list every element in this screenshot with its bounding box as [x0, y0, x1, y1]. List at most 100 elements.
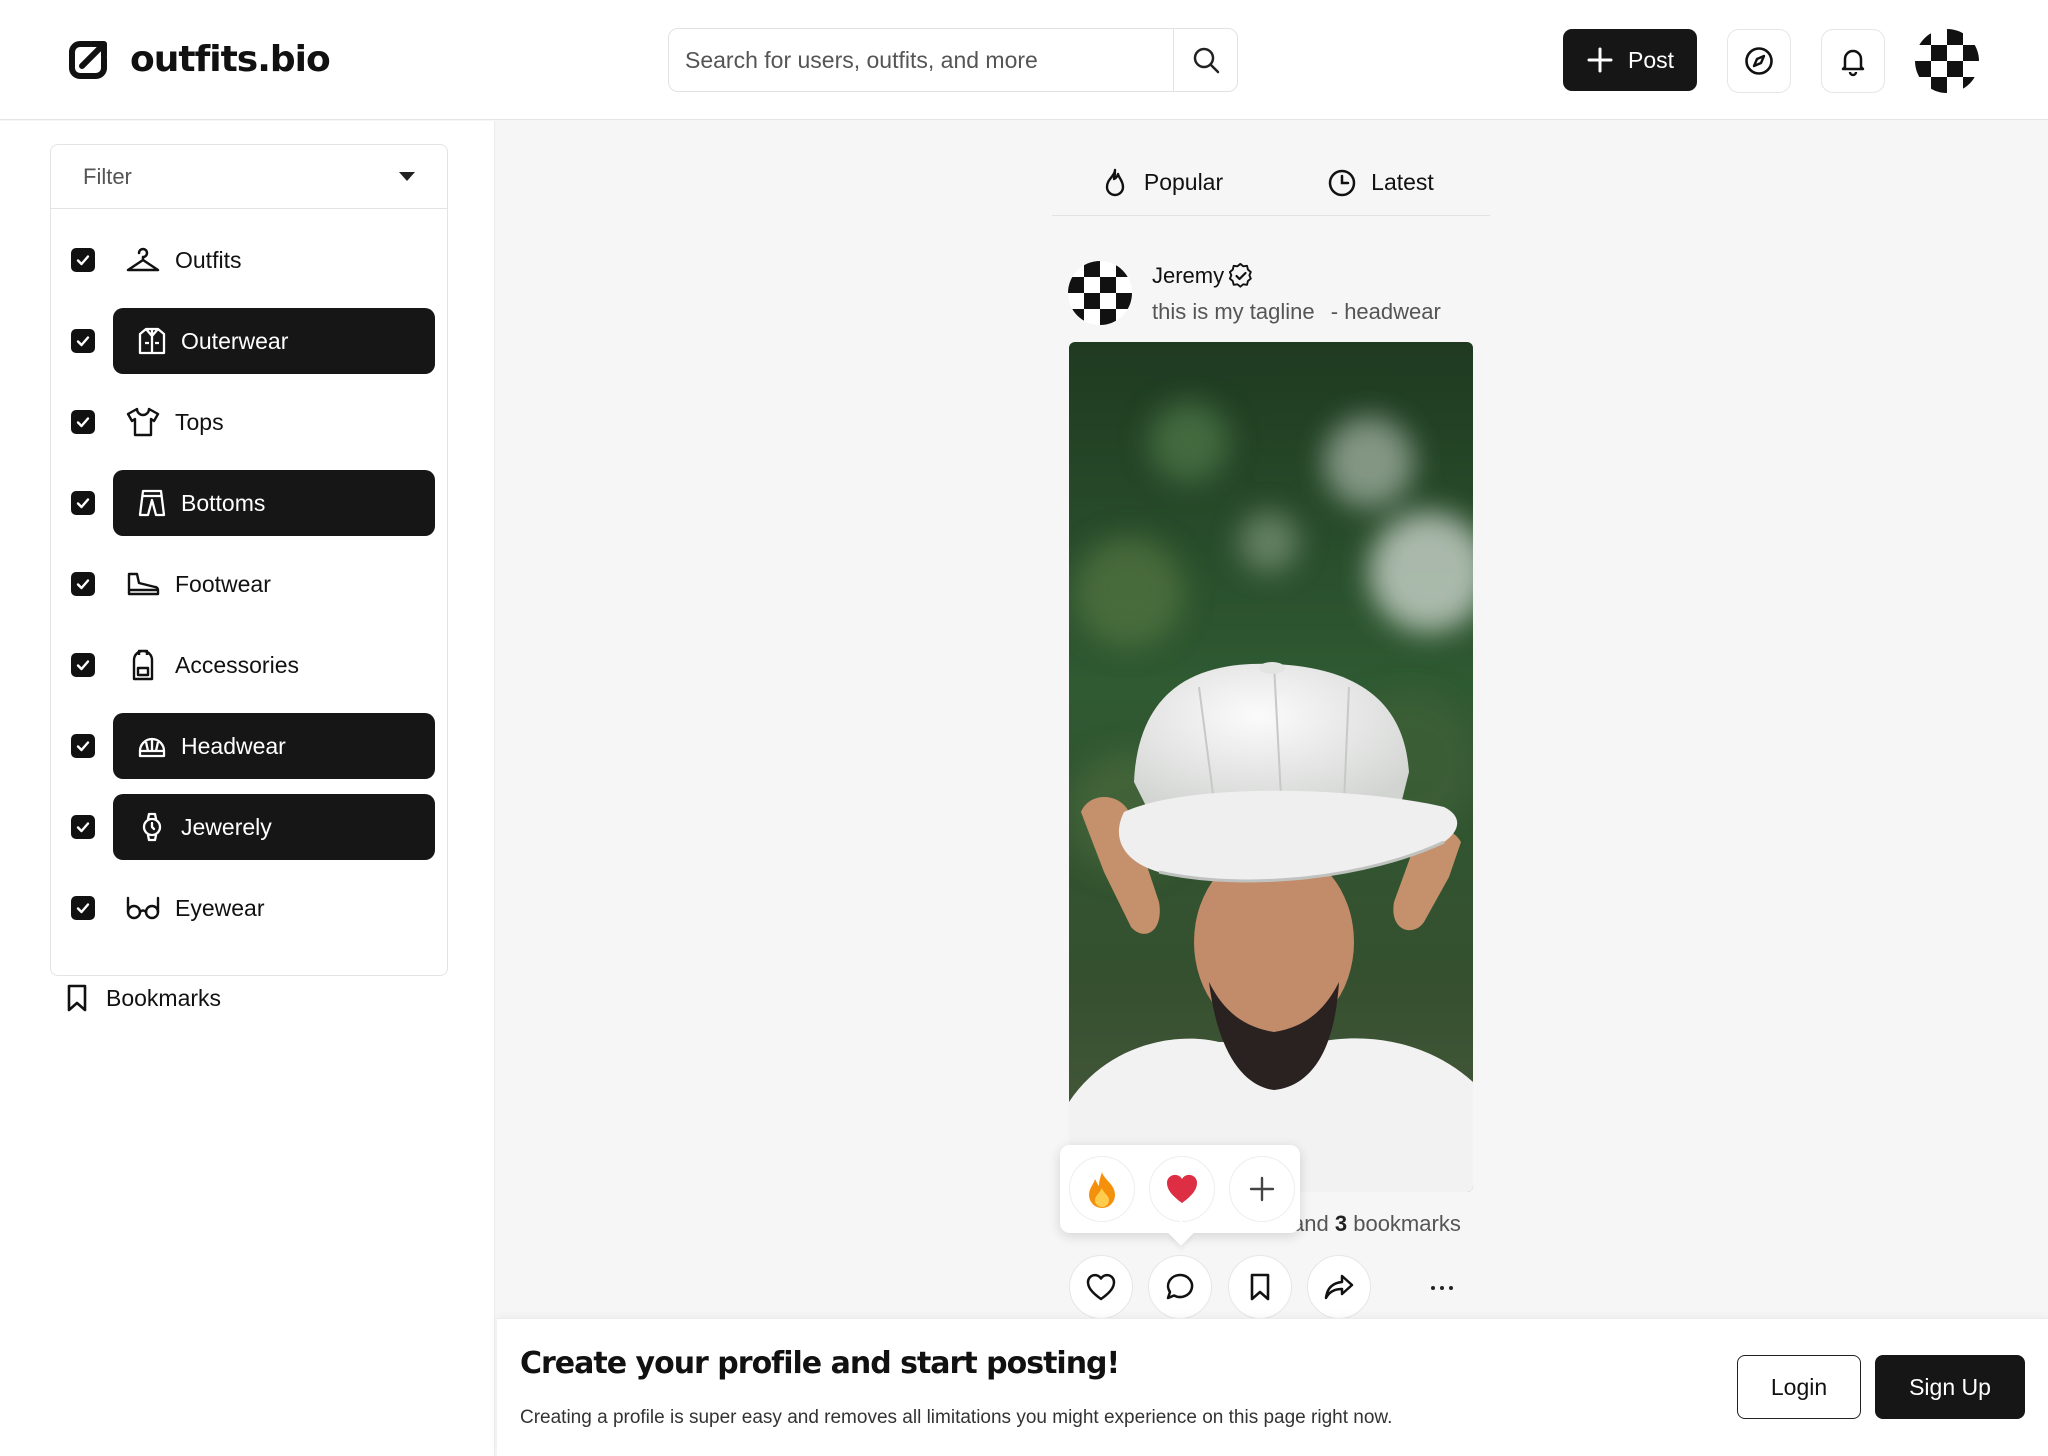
dot [1431, 1286, 1435, 1290]
signup-banner: Create your profile and start posting! C… [497, 1318, 2048, 1456]
logo-text: outfits.bio [130, 38, 331, 80]
post-image[interactable] [1069, 342, 1473, 1192]
dot [1440, 1286, 1444, 1290]
filter-label: Filter [83, 163, 132, 189]
logo[interactable]: outfits.bio [66, 36, 331, 82]
bookmarks-link[interactable]: Bookmarks [64, 983, 221, 1013]
top-header: outfits.bio Post [0, 0, 2048, 120]
heart-emoji-icon [1166, 1174, 1198, 1203]
fire-emoji-icon [1089, 1172, 1115, 1208]
category-label: Outerwear [181, 327, 289, 354]
heart-icon [1085, 1272, 1117, 1302]
plus-icon [1249, 1176, 1275, 1202]
banner-subtitle: Creating a profile is super easy and rem… [520, 1407, 1393, 1428]
new-post-button[interactable]: Post [1563, 29, 1697, 91]
category-footwear[interactable]: Footwear [113, 551, 435, 617]
tab-label: Latest [1371, 169, 1434, 195]
category-row-outerwear: Outerwear [51, 308, 449, 374]
category-row-outfits: Outfits [51, 227, 449, 293]
bell-icon [1837, 45, 1869, 77]
post-author-name[interactable]: Jeremy [1152, 263, 1224, 289]
checkbox-outfits[interactable] [71, 248, 95, 272]
category-label: Headwear [181, 732, 286, 759]
checkbox-outerwear[interactable] [71, 329, 95, 353]
category-label: Tops [175, 408, 224, 435]
post-tagline-line: this is my tagline - headwear [1152, 299, 1441, 325]
post-author-avatar[interactable] [1068, 261, 1132, 325]
category-outfits[interactable]: Outfits [113, 227, 435, 293]
reaction-fire-button[interactable] [1069, 1156, 1135, 1222]
like-button[interactable] [1069, 1255, 1133, 1319]
post-category[interactable]: - headwear [1331, 299, 1441, 324]
glasses-icon [125, 893, 161, 923]
bookmark-button[interactable] [1228, 1255, 1292, 1319]
category-headwear[interactable]: Headwear [113, 713, 435, 779]
more-options-button[interactable] [1424, 1270, 1460, 1306]
category-jewerely[interactable]: Jewerely [113, 794, 435, 860]
author-line: Jeremy [1152, 263, 1441, 289]
search-button[interactable] [1173, 29, 1237, 91]
stats-suffix: bookmarks [1353, 1211, 1461, 1236]
tab-latest[interactable]: Latest [1271, 150, 1490, 215]
compass-icon [1743, 45, 1775, 77]
pants-icon [137, 488, 167, 518]
explore-button[interactable] [1727, 29, 1791, 93]
dot [1449, 1286, 1453, 1290]
add-reaction-button[interactable] [1229, 1156, 1295, 1222]
reaction-heart-button[interactable] [1149, 1156, 1215, 1222]
search-icon [1191, 45, 1221, 75]
banner-title: Create your profile and start posting! [520, 1346, 1120, 1381]
checkbox-tops[interactable] [71, 410, 95, 434]
post-tagline: this is my tagline [1152, 299, 1315, 324]
login-button[interactable]: Login [1737, 1355, 1861, 1419]
category-label: Jewerely [181, 813, 272, 840]
category-outerwear[interactable]: Outerwear [113, 308, 435, 374]
category-filter: Filter Outfits Outerwear Tops Bottoms Fo… [50, 144, 448, 976]
share-icon [1323, 1272, 1355, 1302]
jacket-icon [137, 326, 167, 356]
checkbox-accessories[interactable] [71, 653, 95, 677]
checkbox-headwear[interactable] [71, 734, 95, 758]
feed-tabs: Popular Latest [1052, 150, 1490, 216]
bookmarks-label: Bookmarks [106, 984, 222, 1011]
search-bar [668, 28, 1238, 92]
watch-icon [137, 812, 167, 842]
checkbox-eyewear[interactable] [71, 896, 95, 920]
checkbox-footwear[interactable] [71, 572, 95, 596]
checkbox-bottoms[interactable] [71, 491, 95, 515]
category-eyewear[interactable]: Eyewear [113, 875, 435, 941]
post-header: Jeremy this is my tagline - headwear [1068, 258, 1441, 325]
category-row-headwear: Headwear [51, 713, 449, 779]
share-button[interactable] [1307, 1255, 1371, 1319]
verified-badge-icon [1228, 263, 1254, 289]
comment-button[interactable] [1148, 1255, 1212, 1319]
category-row-jewerely: Jewerely [51, 794, 449, 860]
backpack-icon [125, 648, 161, 682]
bookmark-icon [64, 983, 90, 1013]
checkbox-jewerely[interactable] [71, 815, 95, 839]
tshirt-icon [125, 406, 161, 438]
sidebar: Filter Outfits Outerwear Tops Bottoms Fo… [0, 121, 495, 1456]
post-button-label: Post [1627, 46, 1675, 73]
category-row-accessories: Accessories [51, 632, 449, 698]
flame-icon [1100, 167, 1130, 199]
category-accessories[interactable]: Accessories [113, 632, 435, 698]
category-tops[interactable]: Tops [113, 389, 435, 455]
tab-popular[interactable]: Popular [1052, 150, 1271, 215]
category-row-footwear: Footwear [51, 551, 449, 617]
category-row-eyewear: Eyewear [51, 875, 449, 941]
search-input[interactable] [669, 29, 1173, 91]
post-author-info: Jeremy this is my tagline - headwear [1152, 258, 1441, 325]
category-label: Eyewear [175, 894, 265, 921]
user-avatar[interactable] [1915, 29, 1979, 93]
category-row-bottoms: Bottoms [51, 470, 449, 536]
category-label: Footwear [175, 570, 271, 597]
category-bottoms[interactable]: Bottoms [113, 470, 435, 536]
plus-icon [1586, 46, 1614, 74]
cap-icon [137, 731, 167, 761]
filter-dropdown[interactable]: Filter [51, 145, 447, 209]
post-stats: and 3 bookmarks [1292, 1211, 1461, 1237]
shoe-icon [125, 568, 161, 600]
signup-button[interactable]: Sign Up [1875, 1355, 2025, 1419]
notifications-button[interactable] [1821, 29, 1885, 93]
